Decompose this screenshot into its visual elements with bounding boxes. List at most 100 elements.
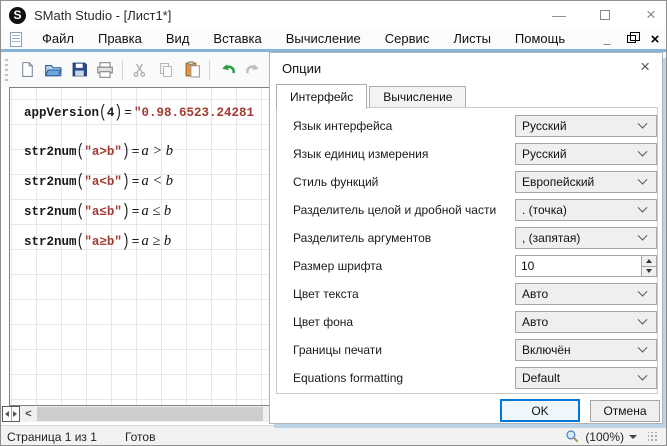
function-name: appVersion	[24, 106, 99, 120]
math-expression[interactable]: str2num("a≥b")=a ≥ b	[24, 233, 171, 250]
equations-formatting-select[interactable]: Default	[515, 367, 657, 389]
tab-interface[interactable]: Интерфейс	[276, 84, 367, 109]
zoom-dropdown-icon[interactable]	[629, 435, 637, 439]
page-navigator	[2, 406, 20, 422]
math-expression[interactable]: str2num("a≤b")=a ≤ b	[24, 203, 171, 220]
menu-edit[interactable]: Правка	[86, 29, 154, 49]
decimal-separator-select[interactable]: . (точка)	[515, 199, 657, 221]
redo-arrow-icon	[244, 60, 263, 79]
page-prev-button[interactable]	[3, 407, 12, 421]
math-expression[interactable]: appVersion(4)="0.98.6523.24281	[24, 105, 254, 120]
option-label: Разделитель аргументов	[293, 231, 431, 245]
menu-view[interactable]: Вид	[154, 29, 202, 49]
undo-arrow-icon	[218, 60, 237, 79]
equals-sign: =	[130, 144, 142, 159]
window-title: SMath Studio - [Лист1*]	[34, 8, 171, 23]
copy-icon	[158, 62, 174, 78]
new-page-icon	[19, 61, 36, 78]
interface-language-select[interactable]: Русский	[515, 115, 657, 137]
menu-calculation[interactable]: Вычисление	[274, 29, 373, 49]
arguments-separator-select[interactable]: , (запятая)	[515, 227, 657, 249]
chevron-down-icon	[638, 370, 648, 380]
child-restore-button[interactable]	[624, 32, 638, 46]
close-button[interactable]: ×	[642, 5, 660, 25]
new-button[interactable]	[14, 57, 40, 83]
cancel-button[interactable]: Отмена	[590, 400, 660, 422]
copy-button[interactable]	[153, 57, 179, 83]
maximize-icon	[600, 10, 610, 20]
open-folder-icon	[44, 61, 62, 79]
maximize-button[interactable]	[596, 7, 614, 23]
scroll-left-button[interactable]: <	[21, 406, 36, 422]
print-button[interactable]	[92, 57, 118, 83]
toolbar-separator	[209, 60, 210, 80]
option-label: Цвет фона	[293, 315, 353, 329]
menu-sheets[interactable]: Листы	[441, 29, 503, 49]
function-name: str2num	[24, 205, 77, 219]
menu-help[interactable]: Помощь	[503, 29, 577, 49]
tab-calculation[interactable]: Вычисление	[369, 86, 466, 108]
page-next-button[interactable]	[12, 407, 20, 421]
chevron-down-icon	[638, 286, 648, 296]
down-arrow-icon	[646, 269, 652, 273]
background-color-select[interactable]: Авто	[515, 311, 657, 333]
close-paren: )	[122, 141, 130, 161]
right-arrow-icon	[13, 411, 17, 417]
open-button[interactable]	[40, 57, 66, 83]
equals-sign: =	[130, 174, 142, 189]
units-language-select[interactable]: Русский	[515, 143, 657, 165]
open-paren: (	[77, 201, 85, 221]
result-value: a ≤ b	[141, 203, 171, 220]
options-dialog: Опции × Интерфейс Вычисление Язык интерф…	[269, 52, 663, 424]
option-label: Цвет текста	[293, 287, 359, 301]
menu-insert[interactable]: Вставка	[201, 29, 273, 49]
text-color-select[interactable]: Авто	[515, 283, 657, 305]
dialog-title: Опции	[282, 61, 321, 76]
chevron-down-icon	[638, 314, 648, 324]
paste-button[interactable]	[179, 57, 205, 83]
font-size-spinner[interactable]: 10	[515, 255, 657, 277]
print-borders-select[interactable]: Включён	[515, 339, 657, 361]
toolbar-grip[interactable]	[5, 59, 8, 81]
printer-icon	[96, 61, 114, 79]
math-expression[interactable]: str2num("a>b")=a > b	[24, 143, 173, 160]
app-window: S SMath Studio - [Лист1*] — × Файл Правк…	[0, 0, 667, 446]
dialog-close-button[interactable]: ×	[640, 58, 650, 75]
cut-button[interactable]	[127, 57, 153, 83]
document-icon[interactable]	[10, 32, 22, 47]
menu-file[interactable]: Файл	[30, 29, 86, 49]
dialog-tabs: Интерфейс Вычисление	[276, 85, 468, 108]
up-arrow-icon	[646, 259, 652, 263]
zoom-level[interactable]: (100%)	[585, 430, 624, 444]
child-close-button[interactable]: ×	[648, 31, 662, 48]
spin-down-button[interactable]	[642, 267, 656, 277]
open-paren: (	[99, 102, 107, 122]
string-argument: "a≥b"	[84, 235, 122, 249]
minimize-button[interactable]: —	[550, 7, 568, 23]
functions-style-select[interactable]: Европейский	[515, 171, 657, 193]
math-expression[interactable]: str2num("a<b")=a < b	[24, 173, 173, 190]
close-paren: )	[114, 102, 122, 122]
smath-logo-icon: S	[9, 7, 26, 24]
argument-value: 4	[107, 106, 115, 120]
open-paren: (	[77, 171, 85, 191]
scrollbar-thumb[interactable]	[37, 407, 263, 421]
undo-button[interactable]	[214, 57, 240, 83]
option-label: Разделитель целой и дробной части	[293, 203, 496, 217]
option-label: Язык единиц измерения	[293, 147, 428, 161]
equals-sign: =	[122, 105, 134, 120]
ok-button[interactable]: OK	[500, 399, 580, 422]
option-label: Язык интерфейса	[293, 119, 392, 133]
result-value: a ≥ b	[141, 233, 171, 250]
resize-grip[interactable]	[648, 432, 658, 442]
zoom-magnifier-icon	[565, 429, 580, 444]
save-button[interactable]	[66, 57, 92, 83]
spin-up-button[interactable]	[642, 256, 656, 267]
menu-tools[interactable]: Сервис	[373, 29, 442, 49]
redo-button[interactable]	[240, 57, 266, 83]
child-minimize-button[interactable]: _	[600, 32, 614, 46]
close-paren: )	[122, 231, 130, 251]
page-info: Страница 1 из 1	[7, 430, 97, 444]
left-arrow-icon	[5, 411, 9, 417]
paste-clipboard-icon	[184, 61, 201, 78]
